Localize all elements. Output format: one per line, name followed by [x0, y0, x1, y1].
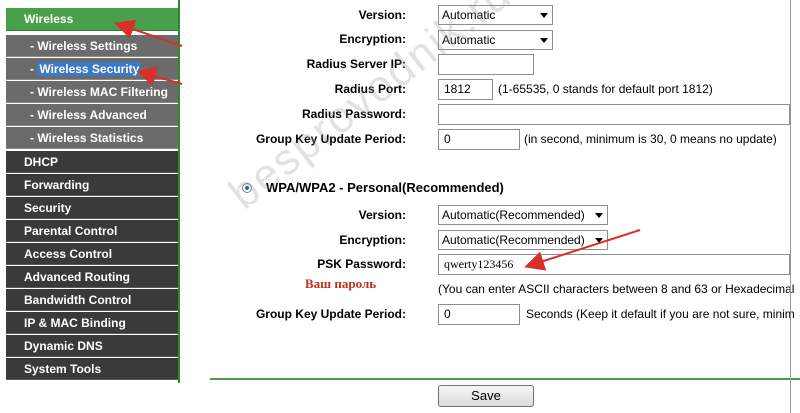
- group-key-input[interactable]: 0: [438, 129, 520, 150]
- personal-encryption-select[interactable]: Automatic(Recommended): [438, 230, 608, 250]
- psk-password-input[interactable]: qwerty123456: [438, 254, 790, 275]
- submenu-wireless-advanced[interactable]: - Wireless Advanced: [6, 104, 178, 126]
- personal-encryption-value: Automatic(Recommended): [442, 233, 585, 247]
- personal-group-key-hint: Seconds (Keep it default if you are not …: [526, 307, 795, 321]
- chevron-down-icon: [595, 238, 603, 243]
- sidebar-border: [178, 0, 180, 383]
- submenu-selected-label: Wireless Security: [37, 62, 142, 76]
- right-border: [790, 0, 791, 413]
- submenu-wireless-settings[interactable]: - Wireless Settings: [6, 35, 178, 57]
- radius-password-input[interactable]: [438, 104, 790, 125]
- submenu-wireless-mac-filtering[interactable]: - Wireless MAC Filtering: [6, 81, 178, 103]
- divider: [210, 378, 800, 380]
- menu-item-forwarding[interactable]: Forwarding: [6, 174, 178, 196]
- sidebar: Wireless - Wireless Settings - Wireless …: [0, 0, 178, 413]
- wpa-personal-title: WPA/WPA2 - Personal(Recommended): [266, 180, 504, 195]
- psk-hint: (You can enter ASCII characters between …: [438, 282, 795, 296]
- save-button[interactable]: Save: [438, 385, 534, 407]
- menu-item-system-tools[interactable]: System Tools: [6, 358, 178, 380]
- version-label: Version:: [358, 8, 406, 22]
- menu-item-security[interactable]: Security: [6, 197, 178, 219]
- chevron-down-icon: [595, 213, 603, 218]
- personal-group-key-input[interactable]: 0: [438, 304, 520, 325]
- personal-group-key-label: Group Key Update Period:: [255, 307, 406, 321]
- menu-item-bandwidth-control[interactable]: Bandwidth Control: [6, 289, 178, 311]
- submenu-wireless-security[interactable]: - Wireless Security: [6, 58, 178, 80]
- menu-item-dynamic-dns[interactable]: Dynamic DNS: [6, 335, 178, 357]
- psk-password-label: PSK Password:: [317, 257, 406, 271]
- menu-item-advanced-routing[interactable]: Advanced Routing: [6, 266, 178, 288]
- password-annotation: Ваш пароль: [305, 276, 377, 291]
- chevron-down-icon: [540, 38, 548, 43]
- personal-version-value: Automatic(Recommended): [442, 208, 585, 222]
- personal-version-label: Version:: [358, 208, 406, 222]
- menu-item-wireless[interactable]: Wireless: [6, 8, 178, 31]
- menu-item-parental-control[interactable]: Parental Control: [6, 220, 178, 242]
- submenu-wireless-statistics[interactable]: - Wireless Statistics: [6, 127, 178, 149]
- personal-version-select[interactable]: Automatic(Recommended): [438, 205, 608, 225]
- menu-item-dhcp[interactable]: DHCP: [6, 151, 178, 173]
- menu-item-ip-mac-binding[interactable]: IP & MAC Binding: [6, 312, 178, 334]
- radius-port-hint: (1-65535, 0 stands for default port 1812…: [498, 82, 713, 96]
- chevron-down-icon: [540, 13, 548, 18]
- radius-port-input[interactable]: 1812: [438, 79, 493, 100]
- personal-encryption-label: Encryption:: [339, 233, 406, 247]
- menu-item-access-control[interactable]: Access Control: [6, 243, 178, 265]
- group-key-hint: (in second, minimum is 30, 0 means no up…: [524, 132, 777, 146]
